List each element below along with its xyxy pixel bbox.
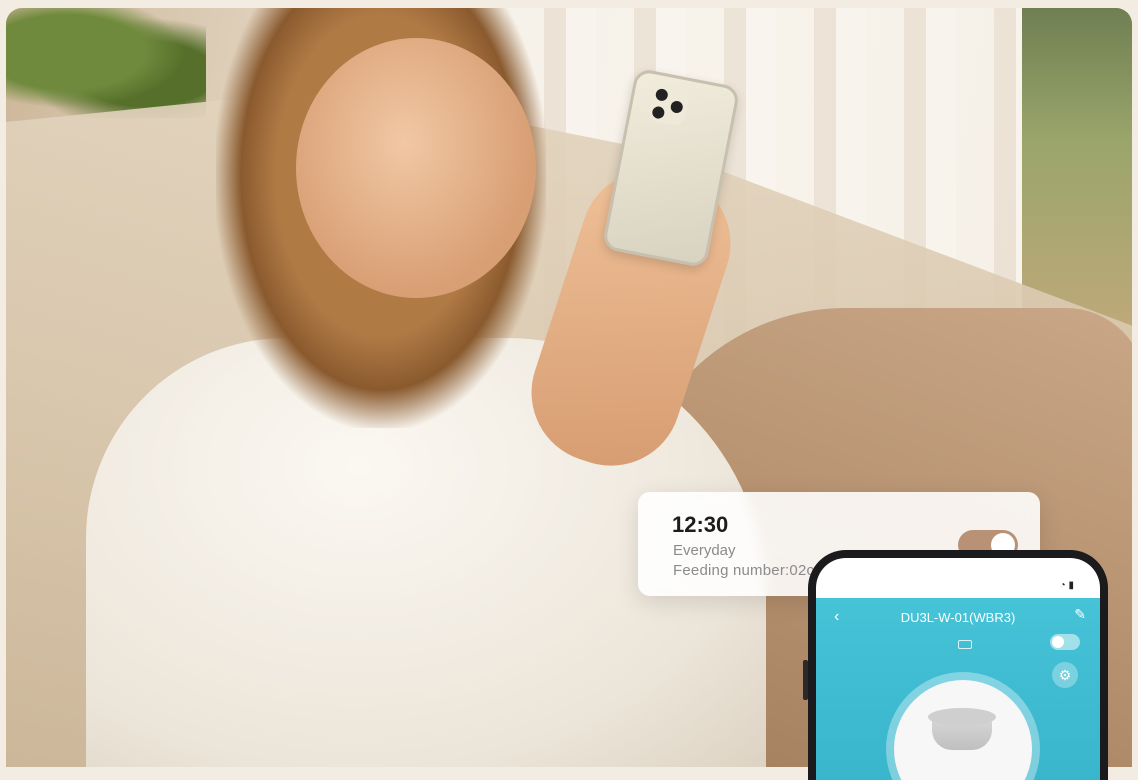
camera-module-icon — [647, 84, 691, 127]
toggle-knob — [1052, 636, 1064, 648]
app-screen: ◔ ▮ ‹ DU3L-W-01(WBR3) ✎ ⚙ — [816, 558, 1100, 780]
app-phone: ◔ ▮ ‹ DU3L-W-01(WBR3) ✎ ⚙ — [808, 550, 1108, 780]
device-power-toggle[interactable] — [1050, 634, 1080, 650]
gear-icon[interactable]: ⚙ — [1052, 662, 1078, 688]
device-title: DU3L-W-01(WBR3) — [900, 610, 1016, 625]
bowl-icon — [928, 708, 996, 750]
feeder-image — [894, 680, 1032, 780]
status-bar-icons: ◔ ▮ — [1059, 580, 1074, 591]
face — [296, 38, 536, 298]
schedule-time: 12:30 — [672, 512, 729, 537]
schedule-repeat: Everyday — [673, 542, 736, 559]
pencil-icon[interactable]: ✎ — [1074, 606, 1086, 623]
window-garden — [1022, 8, 1132, 338]
battery-icon — [958, 640, 972, 649]
